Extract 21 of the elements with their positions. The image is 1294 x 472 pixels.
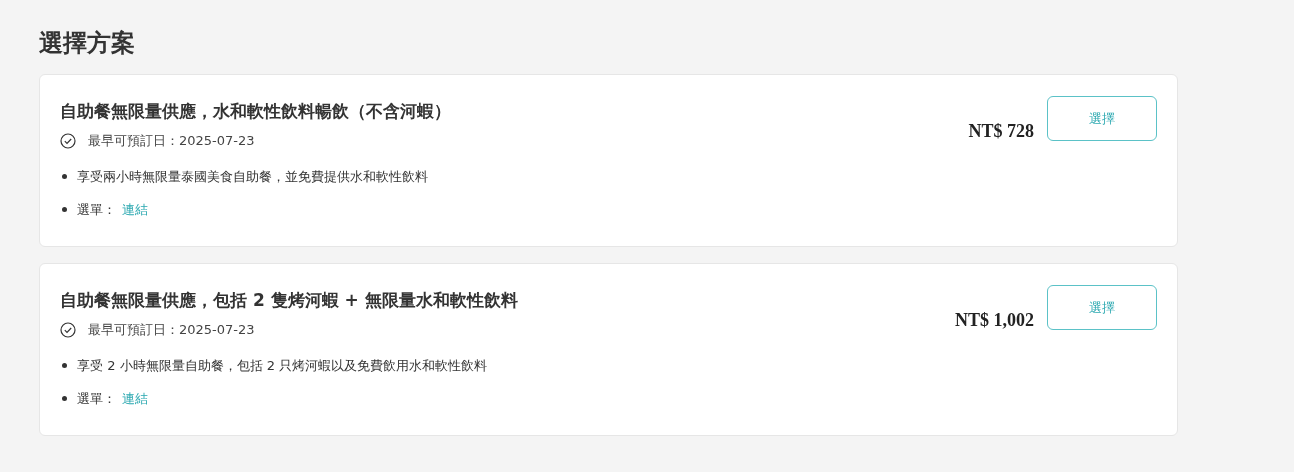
select-button[interactable]: 選擇 [1047, 285, 1157, 330]
plan-detail: 享受兩小時無限量泰國美食自助餐，並免費提供水和軟性飲料 [77, 167, 428, 186]
menu-link[interactable]: 連結 [122, 389, 148, 408]
bullet-icon [62, 363, 67, 368]
select-button[interactable]: 選擇 [1047, 96, 1157, 141]
bullet-icon [62, 174, 67, 179]
price: NT$ 728 [968, 121, 1034, 142]
bullet-icon [62, 396, 67, 401]
plan-title: 自助餐無限量供應，水和軟性飲料暢飲（不含河蝦） [60, 100, 452, 123]
availability-date: 最早可預訂日：2025-07-23 [88, 321, 255, 339]
check-circle-icon [60, 322, 76, 338]
price: NT$ 1,002 [955, 310, 1034, 331]
bullet-icon [62, 207, 67, 212]
menu-label: 選單： [77, 389, 116, 408]
menu-link[interactable]: 連結 [122, 200, 148, 219]
check-circle-icon [60, 133, 76, 149]
plan-detail: 享受 2 小時無限量自助餐，包括 2 只烤河蝦以及免費飲用水和軟性飲料 [77, 356, 488, 375]
plan-title: 自助餐無限量供應，包括 2 隻烤河蝦 + 無限量水和軟性飲料 [60, 289, 519, 312]
availability-date: 最早可預訂日：2025-07-23 [88, 132, 255, 150]
page-title: 選擇方案 [39, 28, 136, 59]
menu-label: 選單： [77, 200, 116, 219]
